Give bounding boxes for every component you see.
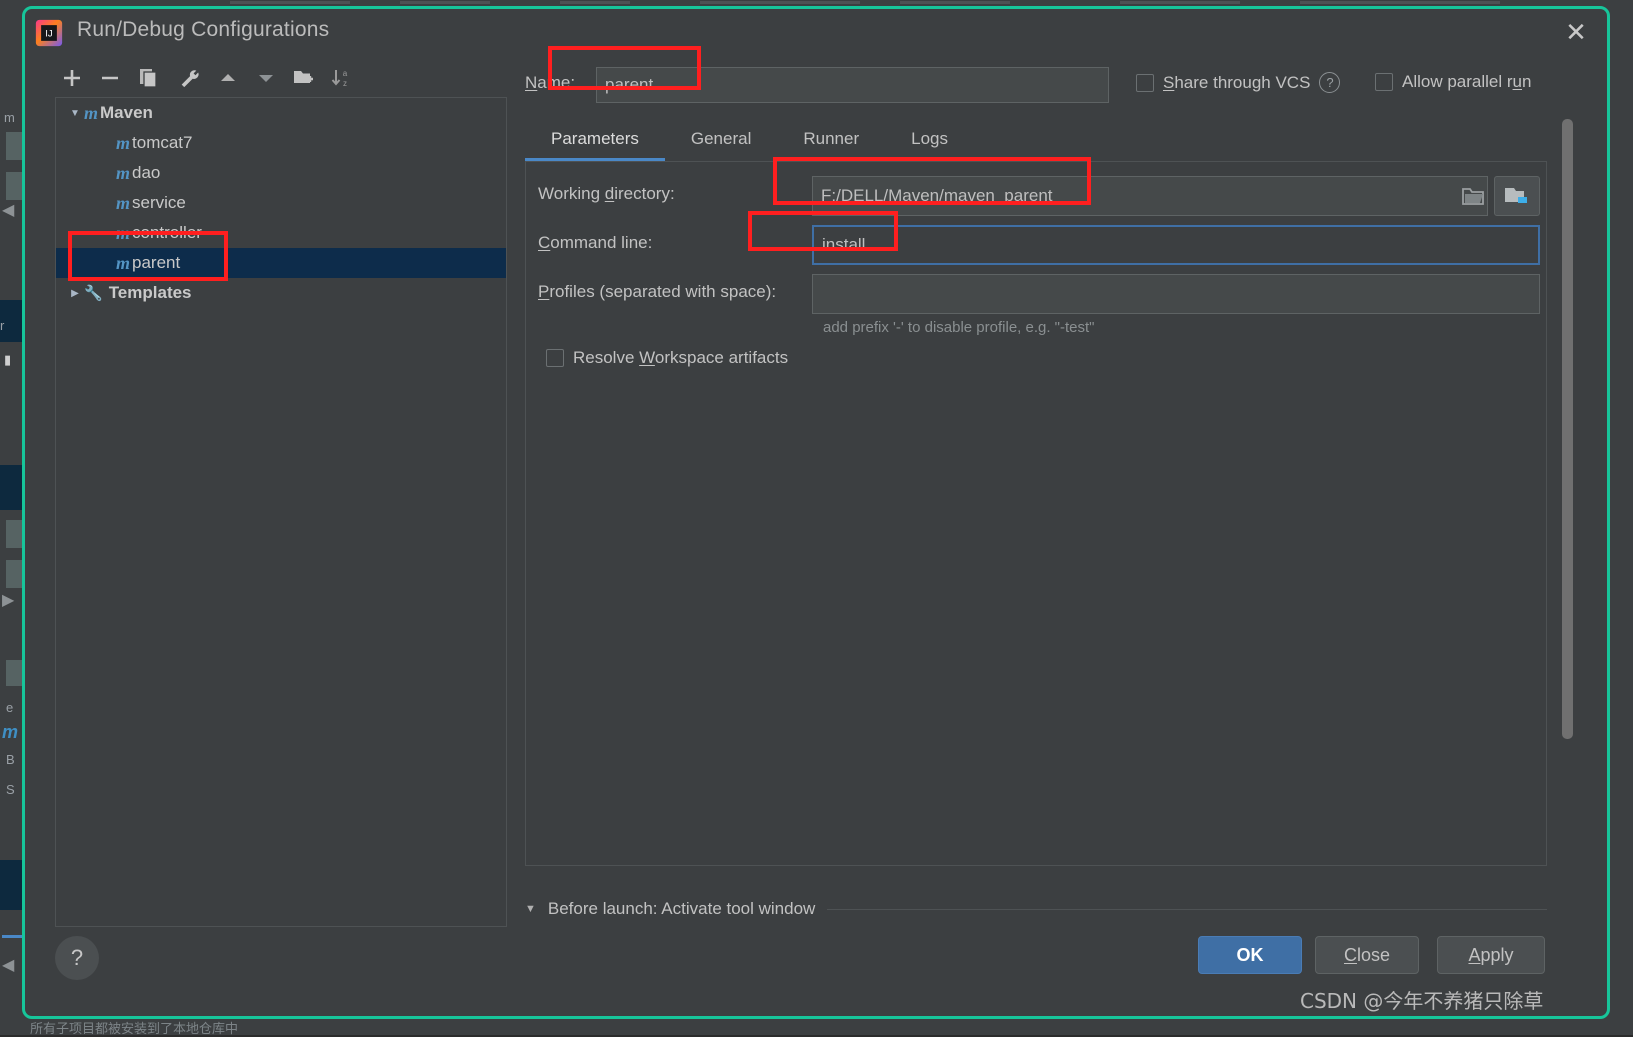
remove-configuration-button[interactable] [93,61,127,95]
copy-configuration-button[interactable] [131,61,165,95]
close-button-label: Close [1344,945,1390,966]
move-up-button[interactable] [211,61,245,95]
command-line-input[interactable]: install [812,225,1540,265]
apply-button-label: Apply [1468,945,1513,966]
run-debug-configurations-dialog: IJ Run/Debug Configurations ✕ [22,6,1610,1019]
before-launch-divider [827,909,1547,910]
tree-node-label: dao [132,163,160,183]
maven-badge-icon: m [116,133,130,154]
apply-button[interactable]: Apply [1437,936,1545,974]
share-through-vcs-label: Share through VCS [1163,73,1310,93]
configurations-toolbar: a z [55,61,505,99]
chevron-down-icon[interactable]: ▼ [525,903,536,915]
name-label: Name: [525,73,575,93]
ide-fragment-m: m [4,110,15,125]
wrench-icon: 🔧 [84,284,103,302]
allow-parallel-run-option[interactable]: Allow parallel run [1375,72,1531,92]
ok-button[interactable]: OK [1198,936,1302,974]
tab-runner[interactable]: Runner [777,119,885,161]
ide-fragment-r: r [0,318,4,333]
close-button[interactable]: Close [1315,936,1419,974]
tree-node-controller[interactable]: m controller [56,218,506,248]
tree-node-tomcat7[interactable]: m tomcat7 [56,128,506,158]
profiles-label: Profiles (separated with space): [538,282,776,302]
question-mark-icon[interactable]: ? [1319,72,1340,93]
help-button[interactable]: ? [55,936,99,980]
share-through-vcs-option[interactable]: Share through VCS ? [1136,72,1340,93]
before-launch-label: Before launch: Activate tool window [548,899,815,919]
intellij-idea-icon: IJ [35,19,63,47]
profiles-input[interactable] [812,274,1540,314]
add-configuration-button[interactable] [55,61,89,95]
csdn-watermark: CSDN @今年不养猪只除草 [1300,985,1543,1014]
resolve-workspace-artifacts-checkbox[interactable] [546,349,564,367]
folder-icon[interactable] [1457,178,1489,214]
working-directory-input[interactable]: F:/DELL/Maven/maven_parent [812,176,1488,216]
maven-badge-icon: m [84,103,98,124]
chevron-right-icon[interactable]: ▶ [66,288,84,299]
tree-node-service[interactable]: m service [56,188,506,218]
tree-node-label: Templates [109,283,192,303]
allow-parallel-run-label: Allow parallel run [1402,72,1531,92]
working-directory-label: Working directory: [538,184,675,204]
vertical-scrollbar[interactable] [1562,119,1573,739]
move-down-button[interactable] [249,61,283,95]
tree-node-label: Maven [100,103,153,123]
resolve-workspace-artifacts-option[interactable]: Resolve Workspace artifacts [546,348,788,368]
tree-node-label: service [132,193,186,213]
dialog-titlebar: IJ Run/Debug Configurations ✕ [25,9,1607,57]
sort-alphabetically-button[interactable]: a z [325,61,359,95]
module-folder-browse-button[interactable] [1494,176,1540,216]
tree-node-label: controller [132,223,202,243]
share-through-vcs-checkbox[interactable] [1136,74,1154,92]
tab-parameters[interactable]: Parameters [525,119,665,161]
before-launch-section[interactable]: ▼ Before launch: Activate tool window [525,899,1547,919]
chevron-down-icon[interactable]: ▼ [66,108,84,119]
ide-fragment-e: e [6,700,13,715]
tree-node-maven[interactable]: ▼ m Maven [56,98,506,128]
ide-fragment-S: S [6,782,15,797]
svg-text:IJ: IJ [45,29,53,40]
svg-text:a: a [343,69,348,78]
new-folder-button[interactable] [287,61,321,95]
command-line-label: Command line: [538,233,652,253]
profiles-hint: add prefix '-' to disable profile, e.g. … [823,319,1095,336]
resolve-workspace-artifacts-label: Resolve Workspace artifacts [573,348,788,368]
tree-node-parent[interactable]: m parent [56,248,506,278]
name-input[interactable]: parent [596,67,1109,103]
tab-logs[interactable]: Logs [885,119,974,161]
tab-general[interactable]: General [665,119,777,161]
tree-node-label: tomcat7 [132,133,192,153]
svg-text:z: z [343,79,347,88]
tree-node-templates[interactable]: ▶ 🔧 Templates [56,278,506,308]
dialog-title: Run/Debug Configurations [77,18,329,42]
maven-badge-icon: m [116,193,130,214]
ide-fragment-B: B [6,752,15,767]
ide-bottom-caption: 所有子项目都被安装到了本地仓库中 [30,1018,238,1037]
tree-node-dao[interactable]: m dao [56,158,506,188]
tree-node-label: parent [132,253,180,273]
parameters-panel: Working directory: F:/DELL/Maven/maven_p… [525,161,1547,866]
configuration-tabs: Parameters General Runner Logs [525,119,1535,161]
close-icon[interactable]: ✕ [1559,15,1593,49]
maven-badge-icon: m [116,253,130,274]
maven-badge-icon: m [116,163,130,184]
edit-templates-wrench-icon[interactable] [172,61,206,95]
allow-parallel-run-checkbox[interactable] [1375,73,1393,91]
configurations-tree[interactable]: ▼ m Maven m tomcat7 m dao m service m co… [55,97,507,927]
maven-badge-icon: m [116,223,130,244]
